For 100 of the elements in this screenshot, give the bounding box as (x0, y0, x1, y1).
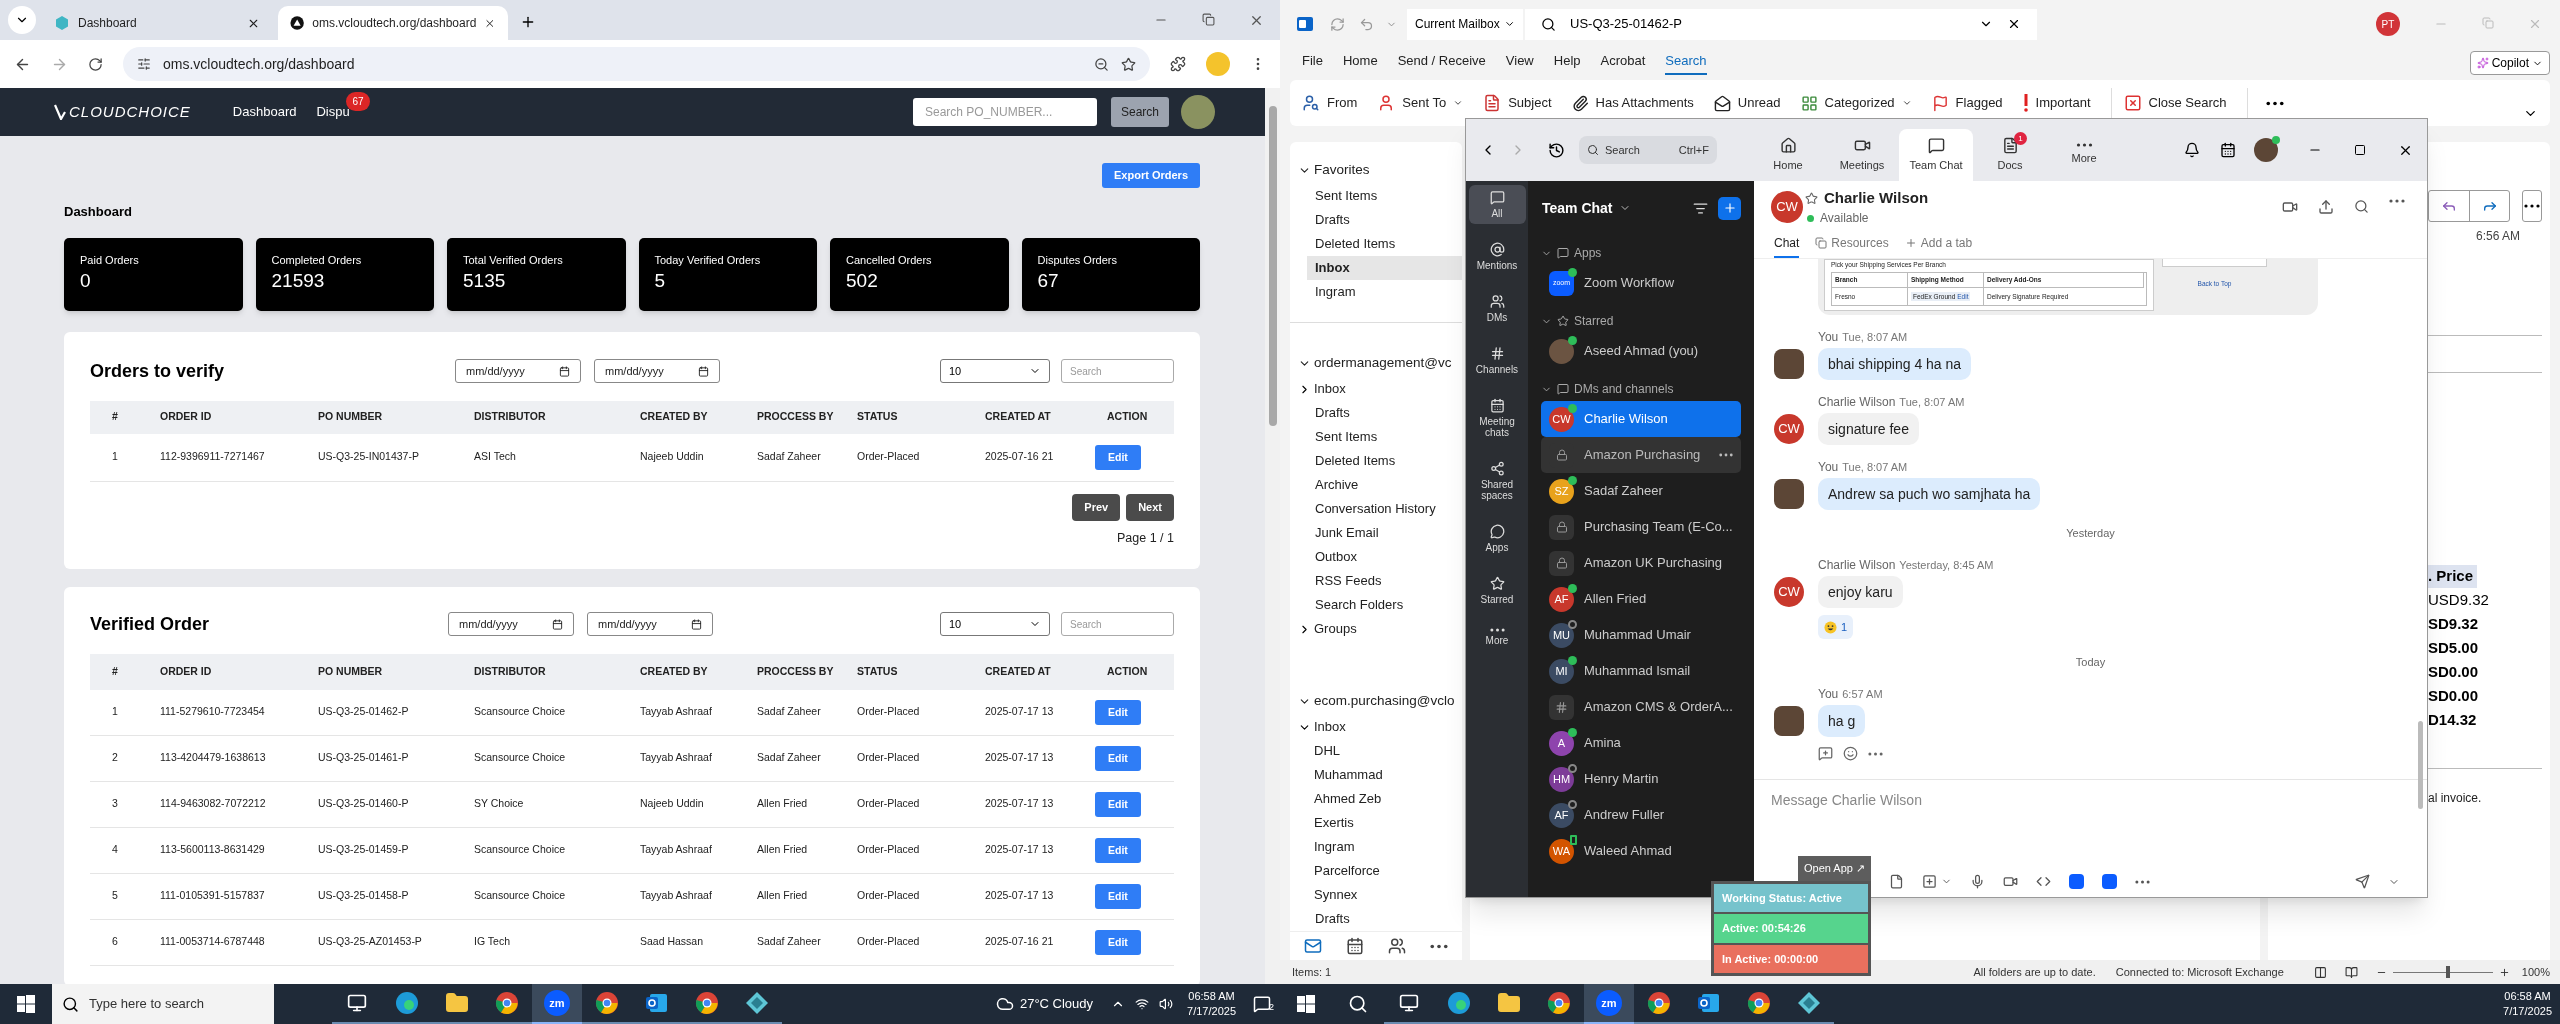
rail-item[interactable]: More (1468, 623, 1526, 651)
volume-icon[interactable] (1159, 997, 1174, 1011)
folder-item[interactable]: Inbox (1307, 256, 1462, 280)
export-orders-button[interactable]: Export Orders (1102, 163, 1200, 188)
scrollbar[interactable] (1265, 88, 1280, 984)
nav-tab[interactable]: More (2047, 129, 2121, 181)
folder-item[interactable]: Groups (1290, 617, 1462, 641)
nav-tab[interactable]: Docs 1 (1973, 129, 2047, 181)
nav-link[interactable]: Dashboard (232, 102, 297, 122)
rail-item[interactable]: All (1468, 185, 1526, 224)
windows-start-icon[interactable] (17, 995, 35, 1013)
zoom-in-icon[interactable] (2498, 966, 2510, 978)
zoom-slider[interactable] (2392, 966, 2493, 978)
send-icon[interactable] (2355, 874, 2370, 889)
ribbon-button[interactable]: Important (2022, 93, 2091, 113)
edit-button[interactable]: Edit (1095, 837, 1141, 864)
chat-list-item[interactable]: Purchasing Team (E-Co... (1541, 509, 1741, 545)
add-tab-button[interactable]: Add a tab (1904, 234, 1973, 258)
rail-item[interactable]: Starred (1468, 571, 1526, 610)
user-avatar[interactable] (1181, 95, 1215, 129)
user-avatar[interactable] (2254, 138, 2278, 162)
edit-button[interactable]: Edit (1095, 699, 1141, 726)
screenshot-icon[interactable] (1922, 874, 1937, 889)
page-size-select[interactable]: 10 (940, 359, 1050, 383)
extensions-icon[interactable] (1170, 56, 1186, 72)
search-icon[interactable] (2354, 199, 2369, 214)
code-icon[interactable] (2036, 874, 2051, 889)
folder-item[interactable]: RSS Feeds (1307, 569, 1462, 593)
chat-list-item[interactable]: MU Muhammad Umair (1541, 617, 1741, 653)
open-app-link[interactable]: Open App ↗ (1798, 856, 1871, 881)
folder-item[interactable]: Ingram (1290, 835, 1462, 859)
search-field[interactable]: Search PO_NUMBER... (912, 98, 1097, 126)
reading-view-icon[interactable] (2344, 965, 2358, 979)
network-icon[interactable] (1135, 997, 1150, 1011)
video-camera-icon[interactable] (2282, 199, 2298, 215)
menu-tab[interactable]: Home (1342, 51, 1378, 75)
scope-dropdown[interactable]: Current Mailbox (1407, 8, 1523, 40)
folder-item[interactable]: Exertis (1290, 811, 1462, 835)
more-icon[interactable] (1719, 453, 1733, 457)
ribbon-button[interactable]: From (1302, 93, 1358, 113)
rail-item[interactable]: Apps (1468, 519, 1526, 558)
browser-tab[interactable]: oms.vcloudtech.org/dashboard (278, 6, 508, 40)
message-input[interactable]: Message Charlie Wilson (1771, 790, 2410, 811)
new-chat-button[interactable] (1718, 196, 1741, 220)
star-icon[interactable] (1805, 191, 1818, 205)
menu-tab[interactable]: Send / Receive (1397, 51, 1486, 75)
chat-list-item[interactable]: Amazon UK Purchasing (1541, 545, 1741, 581)
section-header[interactable]: Apps (1541, 241, 1741, 265)
video-camera-icon[interactable] (2003, 874, 2018, 889)
filter-icon[interactable] (1693, 200, 1708, 216)
folder-item[interactable]: Drafts (1307, 907, 1462, 931)
ribbon-button[interactable]: Has Attachments (1571, 93, 1694, 113)
share-screen-icon[interactable] (2318, 199, 2334, 215)
undo-icon[interactable] (1359, 16, 1374, 32)
bell-icon[interactable] (2184, 142, 2200, 158)
folder-item[interactable]: Junk Email (1307, 521, 1462, 545)
search-field[interactable]: Search (1061, 359, 1174, 383)
rail-item[interactable]: DMs (1468, 289, 1526, 328)
date-field[interactable]: mm/dd/yyyy (448, 612, 574, 636)
menu-tab[interactable]: Search (1665, 51, 1707, 75)
maximize-icon[interactable] (2354, 144, 2366, 156)
ribbon-button[interactable]: Categorized (1800, 93, 1912, 113)
chat-list-item[interactable]: AF Allen Fried (1541, 581, 1741, 617)
microphone-icon[interactable] (1970, 874, 1985, 889)
folder-item[interactable]: Inbox (1290, 715, 1462, 739)
account-header[interactable]: ecom.purchasing@vclo (1290, 687, 1462, 715)
menu-tab[interactable]: Help (1553, 51, 1581, 75)
section-header[interactable]: DMs and channels (1541, 377, 1741, 401)
rail-item[interactable]: Channels (1468, 341, 1526, 380)
chat-list-item[interactable]: SZ Sadaf Zaheer (1541, 473, 1741, 509)
edit-button[interactable]: Edit (1095, 444, 1141, 471)
new-tab-icon[interactable] (520, 14, 536, 30)
edit-button[interactable]: Edit (1095, 883, 1141, 910)
search-field[interactable]: Search Ctrl+F (1579, 136, 1717, 164)
chat-list-item[interactable]: Amazon CMS & OrderA... (1541, 689, 1741, 725)
app-icon[interactable] (2102, 874, 2117, 889)
folder-item[interactable]: Ingram (1307, 280, 1462, 304)
prev-button[interactable]: Prev (1072, 493, 1121, 521)
edit-button[interactable]: Edit (1095, 929, 1141, 956)
nav-tab[interactable]: Meetings (1825, 129, 1899, 181)
folder-item[interactable]: Muhammad (1290, 763, 1462, 787)
calendar-icon[interactable] (2220, 142, 2236, 158)
chat-tab[interactable]: Resources (1815, 234, 1889, 258)
date-field[interactable]: mm/dd/yyyy (594, 359, 720, 383)
taskbar-app[interactable]: zm (1584, 984, 1634, 1024)
edit-button[interactable]: Edit (1095, 745, 1141, 772)
chat-list-item[interactable]: A Amina (1541, 725, 1741, 761)
chat-list-item[interactable]: WA Waleed Ahmad (1541, 833, 1741, 869)
chat-list-item[interactable]: CW Charlie Wilson (1541, 401, 1741, 437)
file-icon[interactable] (1889, 874, 1904, 889)
add-reaction-icon[interactable] (1843, 746, 1858, 761)
menu-tab[interactable]: File (1302, 51, 1323, 75)
edit-button[interactable]: Edit (1095, 791, 1141, 818)
notification-button[interactable]: 2 (1244, 995, 1280, 1013)
address-bar[interactable]: oms.vcloudtech.org/dashboard (123, 47, 1150, 81)
rail-item[interactable]: Mentions (1468, 237, 1526, 276)
copilot-button[interactable]: Copilot (2469, 51, 2550, 75)
folder-item[interactable]: Sent Items (1307, 184, 1462, 208)
scrollbar[interactable] (2418, 721, 2423, 809)
folder-item[interactable]: Drafts (1307, 401, 1462, 425)
